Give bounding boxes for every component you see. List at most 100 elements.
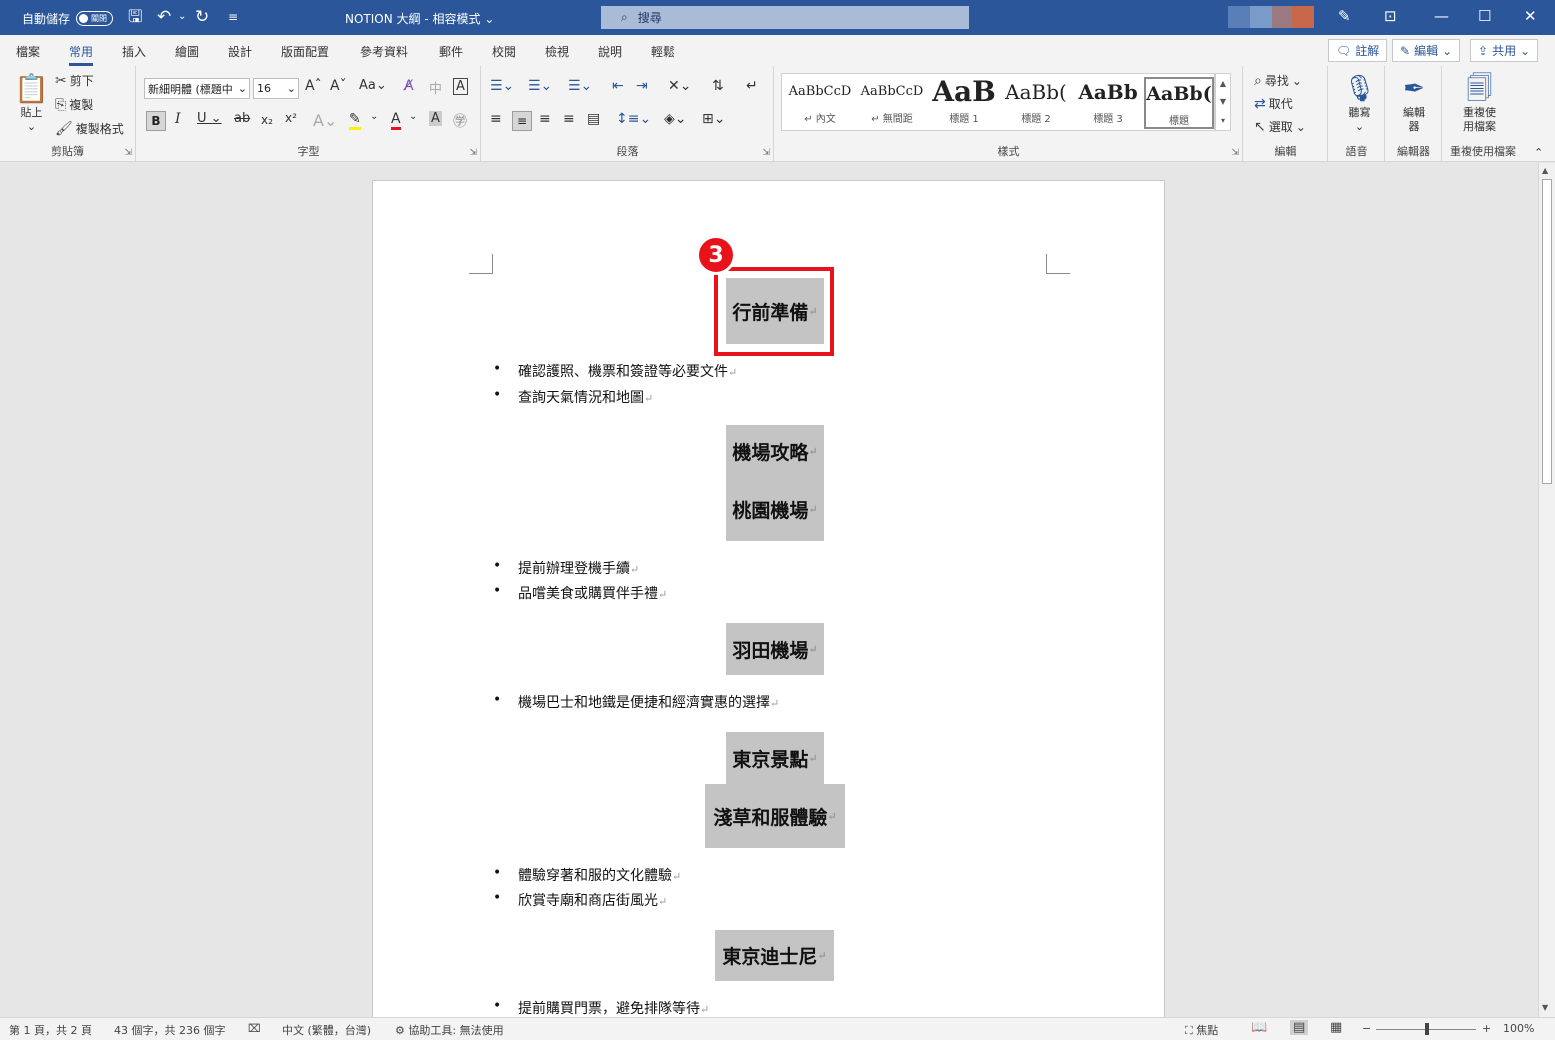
tab-home[interactable]: 常用 (69, 43, 94, 66)
shading-icon[interactable]: ◈⌄ (664, 111, 687, 127)
autosave[interactable]: 自動儲存 關閉 (22, 10, 114, 27)
subscript-button[interactable]: x₂ (261, 113, 273, 127)
list-item[interactable]: 查詢天氣情況和地圖↵ (493, 387, 653, 407)
font-color-icon[interactable]: A (391, 111, 401, 130)
tab-insert[interactable]: 插入 (122, 43, 146, 60)
justify-icon[interactable]: ≡ (563, 111, 575, 127)
list-item[interactable]: 機場巴士和地鐵是便捷和經濟實惠的選擇↵ (493, 692, 779, 712)
decrease-indent-icon[interactable]: ⇤ (612, 78, 624, 94)
change-case-icon[interactable]: Aa⌄ (359, 78, 387, 93)
grow-font-icon[interactable]: Aˆ (305, 78, 322, 94)
web-layout-icon[interactable]: ▦ (1330, 1020, 1342, 1035)
heading-1[interactable]: 機場攻略 ↵ (726, 425, 824, 477)
highlight-icon[interactable]: ✎ (349, 111, 361, 130)
numbering-icon[interactable]: ☰⌄ (528, 78, 552, 94)
search-box[interactable]: ⌕ 搜尋 (601, 6, 969, 29)
accessibility-status[interactable]: ⚙ 協助工具: 無法使用 (395, 1022, 504, 1038)
account-avatar-block[interactable] (1228, 6, 1250, 28)
bullets-icon[interactable]: ☰⌄ (490, 78, 514, 94)
dialog-launcher-icon[interactable]: ⇲ (124, 148, 132, 158)
reuse-files-button[interactable]: 🗐 重複使 用檔案 (1463, 72, 1496, 134)
phonetic-guide-icon[interactable]: 中 (429, 78, 442, 97)
enclose-characters-icon[interactable]: ㊫ (453, 111, 467, 131)
save-icon[interactable]: 🖫 (128, 7, 142, 27)
zoom-slider-thumb[interactable] (1425, 1023, 1429, 1035)
sort-icon[interactable]: ⇅ (712, 78, 724, 94)
tab-design[interactable]: 設計 (228, 43, 252, 60)
heading-1[interactable]: 東京景點 ↵ (726, 732, 824, 784)
tab-references[interactable]: 參考資料 (360, 43, 408, 60)
zoom-level[interactable]: 100% (1503, 1022, 1534, 1035)
heading-2[interactable]: 淺草和服體驗 ↵ (705, 784, 845, 848)
list-item[interactable]: 確認護照、機票和簽證等必要文件↵ (493, 361, 737, 381)
autosave-toggle[interactable]: 關閉 (76, 11, 114, 26)
distributed-icon[interactable]: ▤ (587, 111, 600, 127)
dialog-launcher-icon[interactable]: ⇲ (762, 148, 770, 158)
chevron-up-icon[interactable]: ▲ (1220, 79, 1226, 88)
minimize-icon[interactable]: — (1434, 6, 1449, 26)
text-effects-icon[interactable]: A⌄ (313, 111, 337, 130)
paste-button[interactable]: 📋 貼上 ⌄ (14, 72, 49, 134)
tab-layout[interactable]: 版面配置 (281, 43, 329, 60)
replace-button[interactable]: ⇄ 取代 (1254, 95, 1293, 112)
document-title[interactable]: NOTION 大綱 - 相容模式 ⌄ (345, 10, 494, 27)
list-item[interactable]: 提前辦理登機手續↵ (493, 558, 639, 578)
close-icon[interactable]: ✕ (1524, 6, 1537, 26)
italic-button[interactable]: I (175, 111, 181, 127)
undo-dropdown-icon[interactable]: ⌄ (178, 7, 186, 27)
character-border-icon[interactable]: A (453, 78, 468, 95)
format-painter-button[interactable]: 🖌 複製格式 (55, 120, 124, 137)
page-count[interactable]: 第 1 頁，共 2 頁 (9, 1022, 92, 1038)
maximize-icon[interactable]: ☐ (1478, 6, 1491, 26)
scroll-up-icon[interactable]: ▲ (1542, 166, 1548, 175)
collapse-ribbon-icon[interactable]: ⌃ (1534, 146, 1543, 159)
read-mode-icon[interactable]: 📖 (1251, 1020, 1267, 1035)
font-name-select[interactable]: 新細明體 (標題中 ⌄ (144, 78, 250, 99)
zoom-in-icon[interactable]: + (1482, 1022, 1491, 1035)
tab-view[interactable]: 檢視 (545, 43, 569, 60)
list-item[interactable]: 品嚐美食或購買伴手禮↵ (493, 583, 667, 603)
scroll-down-icon[interactable]: ▼ (1542, 1003, 1548, 1012)
cut-button[interactable]: ✂ 剪下 (55, 72, 94, 89)
document-page[interactable]: 行前準備↵ 確認護照、機票和簽證等必要文件↵ 查詢天氣情況和地圖↵ 機場攻略↵ … (372, 180, 1165, 1017)
scrollbar-thumb[interactable] (1542, 179, 1552, 484)
font-size-select[interactable]: 16 ⌄ (253, 78, 299, 99)
proofing-icon[interactable]: ⌧ (248, 1022, 261, 1035)
undo-icon[interactable]: ↶ (157, 7, 171, 27)
strikethrough-button[interactable]: ab (234, 111, 250, 126)
zoom-out-icon[interactable]: − (1362, 1022, 1371, 1035)
chevron-down-icon[interactable]: ⌄ (409, 111, 417, 122)
find-button[interactable]: ⌕ 尋找 ⌄ (1254, 72, 1302, 89)
redo-icon[interactable]: ↻ (195, 7, 209, 27)
style-heading-1[interactable]: AaB 標題 1 (929, 77, 999, 129)
share-button[interactable]: ⇪ 共用 ⌄ (1470, 39, 1539, 62)
underline-button[interactable]: U ⌄ (197, 111, 222, 126)
copy-button[interactable]: ⎘ 複製 (55, 96, 93, 113)
tab-mailings[interactable]: 郵件 (439, 43, 463, 60)
character-shading-icon[interactable]: A (429, 111, 442, 126)
customize-qat-icon[interactable]: ≡ (228, 7, 238, 27)
tab-file[interactable]: 檔案 (16, 43, 40, 60)
clear-formatting-icon[interactable]: A̸ (404, 78, 414, 94)
ribbon-display-icon[interactable]: ⊡ (1384, 6, 1397, 26)
select-button[interactable]: ↖ 選取 ⌄ (1254, 118, 1306, 135)
superscript-button[interactable]: x² (285, 111, 297, 125)
tab-review[interactable]: 校閱 (492, 43, 516, 60)
line-spacing-icon[interactable]: ↕≡⌄ (616, 111, 651, 127)
list-item[interactable]: 提前購買門票，避免排隊等待↵ (493, 998, 709, 1017)
language-indicator[interactable]: 中文 (繁體，台灣) (282, 1022, 371, 1038)
shrink-font-icon[interactable]: Aˇ (330, 78, 347, 94)
heading-2[interactable]: 東京迪士尼 ↵ (715, 930, 834, 981)
style-no-spacing[interactable]: AaBbCcD ↵ 無間距 (857, 77, 927, 129)
style-normal[interactable]: AaBbCcD ↵ 內文 (785, 77, 855, 129)
tab-draw[interactable]: 繪圖 (175, 43, 199, 60)
pen-icon[interactable]: ✎ (1338, 6, 1351, 26)
show-marks-icon[interactable]: ↵ (746, 78, 758, 94)
list-item[interactable]: 欣賞寺廟和商店街風光↵ (493, 890, 667, 910)
more-styles-icon[interactable]: ▾ (1221, 116, 1225, 125)
multilevel-list-icon[interactable]: ☰⌄ (568, 78, 592, 94)
increase-indent-icon[interactable]: ⇥ (636, 78, 648, 94)
asian-layout-icon[interactable]: ✕⌄ (668, 78, 691, 94)
style-heading-3[interactable]: AaBb 標題 3 (1073, 77, 1143, 129)
editing-mode-button[interactable]: ✎ 編輯 ⌄ (1392, 39, 1461, 62)
